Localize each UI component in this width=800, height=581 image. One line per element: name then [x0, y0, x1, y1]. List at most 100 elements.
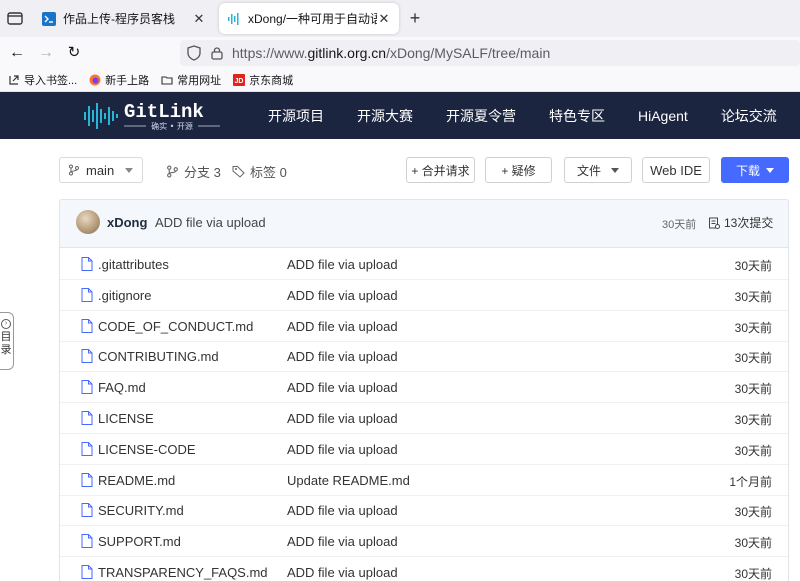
svg-text:确实 • 开源: 确实 • 开源 — [151, 121, 193, 131]
chevron-down-icon — [766, 167, 774, 173]
nav-special-zone[interactable]: 特色专区 — [549, 106, 605, 126]
import-icon — [9, 75, 19, 85]
file-commit-message[interactable]: ADD file via upload — [287, 411, 398, 426]
close-icon[interactable]: ✕ — [192, 11, 206, 27]
forward-arrow-icon[interactable]: → — [36, 43, 56, 63]
table-row[interactable]: .gitattributes ADD file via upload 30天前 — [60, 249, 788, 280]
back-arrow-icon[interactable]: ← — [7, 43, 27, 63]
file-name[interactable]: LICENSE-CODE — [98, 442, 196, 457]
file-icon — [81, 534, 93, 549]
svg-text:JD: JD — [235, 78, 244, 85]
file-name[interactable]: SECURITY.md — [98, 503, 184, 518]
nav-forum[interactable]: 论坛交流 — [721, 106, 777, 126]
branch-selector[interactable]: main — [59, 157, 143, 183]
toc-toggle[interactable]: › 目录 — [0, 312, 14, 370]
file-name[interactable]: LICENSE — [98, 411, 154, 426]
merge-request-button[interactable]: + 合并请求 — [406, 157, 475, 183]
address-bar[interactable]: https://www.gitlink.org.cn/xDong/MySALF/… — [180, 40, 800, 66]
site-nav: 开源项目 开源大赛 开源夏令营 特色专区 HiAgent 论坛交流 帮 — [268, 92, 800, 139]
new-tab-button[interactable]: + — [404, 7, 426, 29]
web-ide-button[interactable]: Web IDE — [642, 157, 710, 183]
file-name[interactable]: SUPPORT.md — [98, 534, 181, 549]
files-dropdown-button[interactable]: 文件 — [564, 157, 632, 183]
table-row[interactable]: SUPPORT.md ADD file via upload 30天前 — [60, 526, 788, 558]
file-commit-message[interactable]: Update README.md — [287, 473, 410, 488]
nav-summer-camp[interactable]: 开源夏令营 — [446, 106, 516, 126]
close-icon[interactable]: ✕ — [377, 11, 391, 27]
svg-text:GitLink: GitLink — [124, 101, 204, 123]
file-name[interactable]: README.md — [98, 473, 175, 488]
table-row[interactable]: TRANSPARENCY_FAQS.md ADD file via upload 3… — [60, 557, 788, 581]
browser-tab-bar: 作品上传-程序员客栈 ✕ xDong/一种可用于自动语料标注 ✕ + — [0, 0, 800, 37]
file-name[interactable]: CODE_OF_CONDUCT.md — [98, 319, 253, 334]
table-row[interactable]: LICENSE-CODE ADD file via upload 30天前 — [60, 434, 788, 465]
file-icon — [81, 287, 93, 302]
file-commit-message[interactable]: ADD file via upload — [287, 288, 398, 303]
file-name[interactable]: .gitignore — [98, 288, 151, 303]
folder-icon — [161, 76, 173, 85]
file-commit-message[interactable]: ADD file via upload — [287, 380, 398, 395]
browser-tab-0[interactable]: 作品上传-程序员客栈 ✕ — [34, 3, 214, 34]
nav-competitions[interactable]: 开源大赛 — [357, 106, 413, 126]
logo-mark-icon — [84, 103, 118, 129]
bookmark-jd[interactable]: JD 京东商城 — [233, 72, 293, 88]
file-icon — [81, 318, 93, 333]
file-icon — [81, 257, 93, 271]
file-name[interactable]: .gitattributes — [98, 257, 169, 272]
file-commit-message[interactable]: ADD file via upload — [287, 257, 398, 272]
table-row[interactable]: .gitignore ADD file via upload 30天前 — [60, 280, 788, 311]
bookmark-import[interactable]: 导入书签... — [8, 72, 77, 88]
table-row[interactable]: README.md Update README.md 1个月前 — [60, 465, 788, 496]
nav-open-projects[interactable]: 开源项目 — [268, 106, 324, 126]
table-row[interactable]: LICENSE ADD file via upload 30天前 — [60, 403, 788, 434]
browser-tab-1[interactable]: xDong/一种可用于自动语料标注 ✕ — [219, 3, 399, 34]
nav-hiagent[interactable]: HiAgent — [638, 108, 688, 124]
file-commit-time: 30天前 — [734, 382, 772, 397]
latest-commit-bar: xDong ADD file via upload 30天前 13次提交 — [60, 200, 788, 248]
table-row[interactable]: FAQ.md ADD file via upload 30天前 — [60, 372, 788, 404]
file-commit-message[interactable]: ADD file via upload — [287, 534, 398, 549]
file-commit-message[interactable]: ADD file via upload — [287, 503, 398, 518]
branches-link[interactable]: 分支 3 — [166, 162, 221, 181]
site-header: GitLink 确实 • 开源 开源项目 开源大赛 开源夏令营 特色专区 HiA… — [0, 92, 800, 139]
gitlink-logo[interactable]: GitLink 确实 • 开源 — [84, 100, 234, 132]
file-icon — [81, 441, 93, 456]
tab-list-icon[interactable] — [6, 9, 24, 27]
table-row[interactable]: CONTRIBUTING.md ADD file via upload 30天前 — [60, 341, 788, 373]
branch-name: main — [86, 162, 115, 178]
chevron-right-icon: › — [1, 319, 11, 329]
commit-message[interactable]: ADD file via upload — [155, 215, 266, 230]
tag-icon — [232, 166, 245, 178]
commit-author[interactable]: xDong — [107, 215, 147, 230]
reload-icon[interactable]: ↻ — [64, 43, 84, 63]
tags-link[interactable]: 标签 0 — [232, 162, 287, 181]
new-issue-button[interactable]: + 疑修 — [485, 157, 552, 183]
file-commit-message[interactable]: ADD file via upload — [287, 565, 398, 580]
file-icon — [81, 472, 93, 487]
table-row[interactable]: CODE_OF_CONDUCT.md ADD file via upload 30天… — [60, 311, 788, 342]
file-name[interactable]: FAQ.md — [98, 380, 146, 395]
gitlink-favicon-icon — [228, 12, 239, 25]
chevron-down-icon — [611, 167, 619, 173]
bookmark-getting-started[interactable]: 新手上路 — [89, 72, 149, 88]
tab-title: 作品上传-程序员客栈 — [63, 12, 175, 26]
avatar[interactable] — [76, 210, 100, 234]
file-list: xDong ADD file via upload 30天前 13次提交 .gi… — [59, 199, 789, 581]
file-commit-time: 30天前 — [734, 505, 772, 520]
browser-nav-bar: ← → ↻ https://www.gitlink.org.cn/xDong/M… — [0, 37, 800, 69]
file-commit-message[interactable]: ADD file via upload — [287, 319, 398, 334]
bookmark-common-sites[interactable]: 常用网址 — [161, 72, 221, 88]
table-row[interactable]: SECURITY.md ADD file via upload 30天前 — [60, 495, 788, 527]
file-name[interactable]: CONTRIBUTING.md — [98, 349, 219, 364]
file-commit-time: 30天前 — [734, 259, 772, 273]
download-button[interactable]: 下载 — [721, 157, 789, 183]
lock-icon[interactable] — [210, 46, 224, 60]
commit-count-link[interactable]: 13次提交 — [708, 214, 773, 231]
file-name[interactable]: TRANSPARENCY_FAQS.md — [98, 565, 268, 580]
shield-icon[interactable] — [186, 45, 202, 61]
bookmarks-bar: 导入书签... 新手上路 常用网址 JD 京东商城 — [0, 69, 800, 92]
file-commit-time: 30天前 — [734, 320, 772, 335]
file-commit-message[interactable]: ADD file via upload — [287, 442, 398, 457]
file-commit-time: 30天前 — [734, 351, 772, 366]
file-commit-message[interactable]: ADD file via upload — [287, 349, 398, 364]
